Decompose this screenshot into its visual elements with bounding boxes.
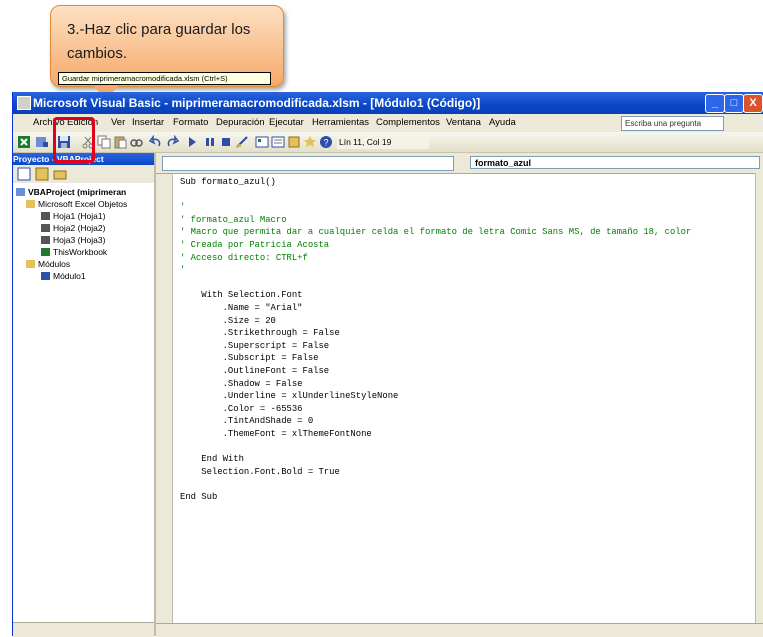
ask-question-input[interactable]: Escriba una pregunta xyxy=(621,116,724,131)
app-icon xyxy=(17,96,31,110)
code-line: ' Acceso directo: CTRL+f xyxy=(180,252,308,263)
stop-icon[interactable] xyxy=(219,135,233,149)
menu-ventana[interactable]: Ventana xyxy=(446,117,481,128)
code-line: .OutlineFont = False xyxy=(180,365,330,376)
sheet-icon xyxy=(41,224,50,232)
code-text: Sub formato_azul() ' ' formato_azul Macr… xyxy=(180,176,691,503)
menu-ejecutar[interactable]: Ejecutar xyxy=(269,117,304,128)
find-icon[interactable] xyxy=(129,135,143,149)
menu-ayuda[interactable]: Ayuda xyxy=(489,117,516,128)
view-code-icon[interactable] xyxy=(17,167,31,181)
close-button[interactable]: X xyxy=(743,94,763,113)
tree-hoja1[interactable]: Hoja1 (Hoja1) xyxy=(41,211,105,221)
title-bar: Microsoft Visual Basic - miprimeramacrom… xyxy=(13,92,763,114)
svg-text:?: ? xyxy=(323,138,328,148)
tree-excel-objects[interactable]: Microsoft Excel Objetos xyxy=(26,199,127,209)
code-line: .ThemeFont = xlThemeFontNone xyxy=(180,428,372,439)
code-line: Sub formato_azul() xyxy=(180,177,276,187)
module-icon xyxy=(41,272,50,280)
toolbox-icon[interactable] xyxy=(303,135,317,149)
standard-toolbar: ? Lín 11, Col 19 xyxy=(13,132,763,153)
view-object-icon[interactable] xyxy=(35,167,49,181)
toggle-folders-icon[interactable] xyxy=(53,167,67,181)
copy-icon[interactable] xyxy=(97,135,111,149)
object-combo[interactable] xyxy=(162,156,454,171)
help-icon[interactable]: ? xyxy=(319,135,333,149)
menu-ver[interactable]: Ver xyxy=(111,117,125,128)
folder-icon xyxy=(26,200,35,208)
project-explorer-icon[interactable] xyxy=(255,135,269,149)
excel-view-icon[interactable] xyxy=(17,135,31,149)
code-line: ' xyxy=(180,202,186,213)
pause-icon[interactable] xyxy=(203,135,217,149)
code-line: .Shadow = False xyxy=(180,378,303,389)
menu-depuracion[interactable]: Depuración xyxy=(216,117,265,128)
design-mode-icon[interactable] xyxy=(235,135,249,149)
menu-insertar[interactable]: Insertar xyxy=(132,117,164,128)
save-tooltip: Guardar miprimeramacromodificada.xlsm (C… xyxy=(58,72,271,85)
code-line: ' Macro que permita dar a cualquier celd… xyxy=(180,227,692,238)
code-line: .Underline = xlUnderlineStyleNone xyxy=(180,391,399,402)
tree-hoja2[interactable]: Hoja2 (Hoja2) xyxy=(41,223,105,233)
menu-bar: Archivo Edición Ver Insertar Formato Dep… xyxy=(13,114,763,132)
code-line: .TintAndShade = 0 xyxy=(180,416,314,427)
code-line: .Superscript = False xyxy=(180,340,330,351)
code-line: .Color = -65536 xyxy=(180,403,303,414)
folder-icon xyxy=(26,260,35,268)
menu-herramientas[interactable]: Herramientas xyxy=(312,117,369,128)
vbaproject-icon xyxy=(16,188,25,196)
window-title: Microsoft Visual Basic - miprimeramacrom… xyxy=(33,96,481,110)
code-editor[interactable]: Sub formato_azul() ' ' formato_azul Macr… xyxy=(156,173,763,624)
code-line: .Size = 20 xyxy=(180,315,276,326)
menu-complementos[interactable]: Complementos xyxy=(376,117,440,128)
paste-icon[interactable] xyxy=(113,135,127,149)
minimize-button[interactable]: _ xyxy=(705,94,725,113)
sheet-icon xyxy=(41,236,50,244)
properties-icon[interactable] xyxy=(271,135,285,149)
sheet-icon xyxy=(41,212,50,220)
code-line: End With xyxy=(180,454,244,465)
code-line: ' Creada por Patricia Acosta xyxy=(180,239,330,250)
procedure-combo[interactable]: formato_azul xyxy=(470,156,760,169)
insert-module-icon[interactable] xyxy=(35,135,49,149)
code-vertical-scrollbar[interactable] xyxy=(755,173,763,623)
project-horizontal-scrollbar[interactable] xyxy=(13,622,154,637)
menu-formato[interactable]: Formato xyxy=(173,117,208,128)
tree-thisworkbook[interactable]: ThisWorkbook xyxy=(41,247,107,257)
code-line: .Subscript = False xyxy=(180,353,319,364)
project-explorer: Proyecto - VBAProject VBAProject (miprim… xyxy=(13,153,156,637)
vba-editor-window: Microsoft Visual Basic - miprimeramacrom… xyxy=(12,92,763,637)
tree-modulos[interactable]: Módulos xyxy=(26,259,70,269)
code-line: .Name = "Arial" xyxy=(180,302,303,313)
code-line: With Selection.Font xyxy=(180,290,303,301)
code-line: .Strikethrough = False xyxy=(180,328,340,339)
project-panel-toolbar xyxy=(13,165,154,183)
object-browser-icon[interactable] xyxy=(287,135,301,149)
maximize-button[interactable]: □ xyxy=(724,94,744,113)
code-line: ' formato_azul Macro xyxy=(180,214,287,225)
run-icon[interactable] xyxy=(185,135,199,149)
redo-icon[interactable] xyxy=(165,135,179,149)
code-margin xyxy=(156,174,173,624)
save-button-highlight xyxy=(53,117,95,163)
cursor-position: Lín 11, Col 19 xyxy=(337,135,429,149)
callout-text: 3.-Haz clic para guardar los cambios. xyxy=(67,21,251,62)
code-line: End Sub xyxy=(180,491,218,502)
code-line: ' xyxy=(180,265,186,276)
code-bottom-bar xyxy=(156,623,763,637)
tree-hoja3[interactable]: Hoja3 (Hoja3) xyxy=(41,235,105,245)
workbook-icon xyxy=(41,248,50,256)
code-window-header: formato_azul xyxy=(156,153,763,173)
tree-modulo1[interactable]: Módulo1 xyxy=(41,271,86,281)
tree-vbaproject[interactable]: VBAProject (miprimeran xyxy=(16,187,126,197)
code-line: Selection.Font.Bold = True xyxy=(180,466,340,477)
undo-icon[interactable] xyxy=(149,135,163,149)
